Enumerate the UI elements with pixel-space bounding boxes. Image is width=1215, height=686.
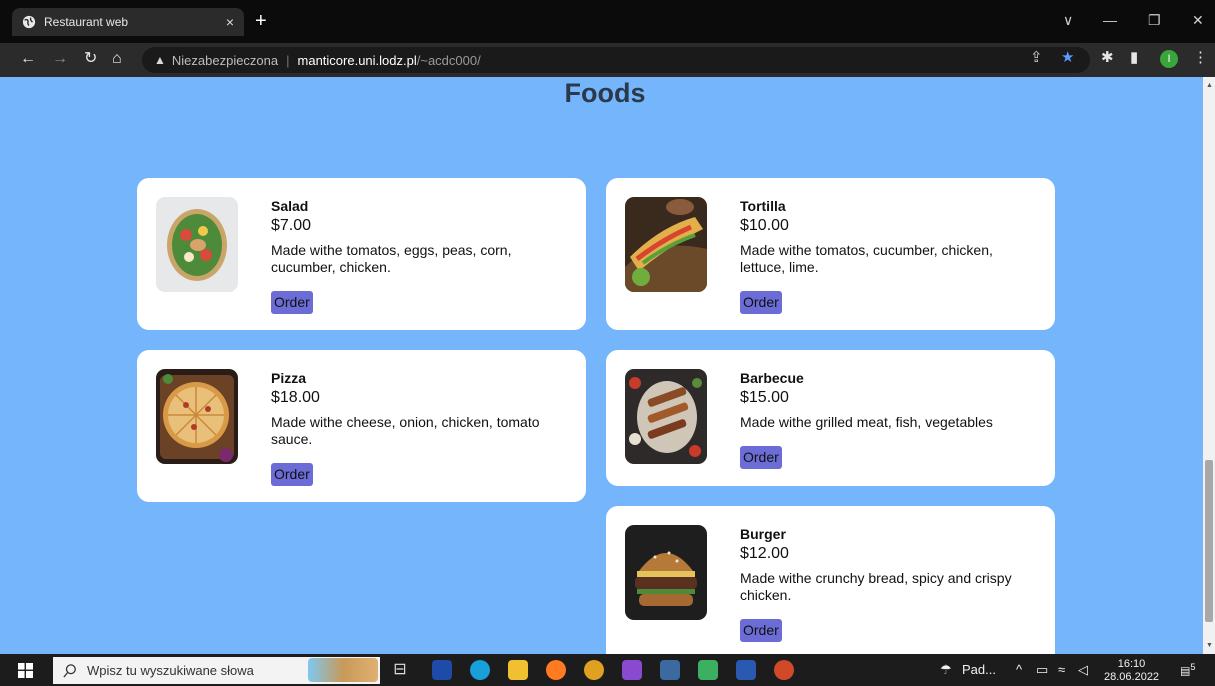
- windows-taskbar: Wpisz tu wyszukiwane słowa ⊟ ☂ Pad... ^ …: [0, 654, 1215, 686]
- order-button[interactable]: Order: [271, 463, 313, 486]
- chrome-active-icon[interactable]: [774, 660, 794, 680]
- bookmark-star-icon[interactable]: ★: [1061, 48, 1074, 66]
- food-price: $15.00: [740, 389, 789, 406]
- tray-chevron-icon[interactable]: ^: [1016, 662, 1022, 677]
- globe-icon: [22, 15, 36, 29]
- notification-icon[interactable]: ▤5: [1180, 662, 1196, 678]
- food-name: Pizza: [271, 370, 307, 386]
- order-button[interactable]: Order: [740, 619, 782, 642]
- wifi-icon[interactable]: ≈: [1058, 662, 1065, 677]
- menu-icon[interactable]: ⋮: [1193, 48, 1208, 66]
- edge-icon[interactable]: [470, 660, 490, 680]
- app-icon-1[interactable]: [432, 660, 452, 680]
- clock-time: 16:10: [1117, 658, 1146, 670]
- food-price: $12.00: [740, 545, 789, 562]
- side-panel-icon[interactable]: ▮: [1130, 48, 1138, 66]
- food-description: Made withe grilled meat, fish, vegetable…: [740, 414, 993, 430]
- food-description: Made withe crunchy bread, spicy and cris…: [740, 570, 1012, 603]
- food-card-pizza: Pizza $18.00 Made withe cheese, onion, c…: [137, 350, 586, 502]
- food-card-burger: Burger $12.00 Made withe crunchy bread, …: [606, 506, 1055, 654]
- food-name: Barbecue: [740, 370, 804, 386]
- search-icon: [63, 663, 76, 678]
- new-tab-button[interactable]: +: [255, 11, 267, 31]
- url-host: manticore.uni.lodz.pl: [297, 52, 417, 68]
- taskbar-clock[interactable]: 16:10 28.06.2022: [1104, 658, 1159, 684]
- page-title: Foods: [564, 78, 646, 108]
- browser-tab[interactable]: Restaurant web ×: [12, 8, 244, 36]
- food-description: Made withe cheese, onion, chicken, tomat…: [271, 414, 540, 447]
- order-button[interactable]: Order: [271, 291, 313, 314]
- pizza-image: [156, 369, 238, 464]
- omnibox-separator: |: [286, 52, 290, 68]
- home-icon[interactable]: ⌂: [112, 50, 122, 68]
- weather-icon[interactable]: ☂: [940, 662, 952, 678]
- extensions-icon[interactable]: ✱: [1101, 48, 1114, 66]
- windows-start-icon[interactable]: [18, 663, 33, 678]
- clock-date: 28.06.2022: [1104, 671, 1160, 683]
- food-price: $10.00: [740, 217, 789, 234]
- reload-icon[interactable]: ↻: [84, 50, 97, 68]
- search-highlight-image: [308, 658, 378, 682]
- tab-close-icon[interactable]: ×: [226, 14, 234, 30]
- profile-avatar[interactable]: I: [1160, 50, 1178, 68]
- security-label: Niezabezpieczona: [171, 52, 279, 68]
- file-explorer-icon[interactable]: [508, 660, 528, 680]
- scroll-down-icon[interactable]: ▼: [1206, 642, 1213, 649]
- task-view-icon[interactable]: ⊟: [390, 660, 410, 680]
- battery-icon[interactable]: ▭: [1036, 662, 1048, 678]
- food-card-salad: Salad $7.00 Made withe tomatos, eggs, pe…: [137, 178, 586, 330]
- food-name: Burger: [740, 526, 786, 542]
- forward-icon[interactable]: →: [52, 50, 68, 68]
- food-description: Made withe tomatos, cucumber, chicken, l…: [740, 242, 993, 275]
- food-name: Tortilla: [740, 198, 786, 214]
- tortilla-image: [625, 197, 707, 292]
- tab-title: Restaurant web: [44, 15, 129, 29]
- firefox-icon[interactable]: [546, 660, 566, 680]
- share-icon[interactable]: ⇪: [1030, 48, 1043, 66]
- visual-studio-icon[interactable]: [622, 660, 642, 680]
- barbecue-image: [625, 369, 707, 464]
- app-icon-3[interactable]: [698, 660, 718, 680]
- back-icon[interactable]: ←: [20, 50, 36, 68]
- url-path: /~acdc000/: [416, 52, 481, 68]
- burger-image: [625, 525, 707, 620]
- food-price: $18.00: [271, 389, 320, 406]
- notification-count: 5: [1190, 662, 1196, 672]
- scrollbar-thumb[interactable]: [1205, 460, 1213, 622]
- warning-icon: ▲: [154, 53, 166, 67]
- close-window-icon[interactable]: ✕: [1192, 12, 1204, 29]
- food-card-barbecue: Barbecue $15.00 Made withe grilled meat,…: [606, 350, 1055, 486]
- volume-icon[interactable]: ◁: [1078, 662, 1088, 678]
- order-button[interactable]: Order: [740, 446, 782, 469]
- salad-image: [156, 197, 238, 292]
- scroll-up-icon[interactable]: ▲: [1206, 82, 1213, 89]
- food-name: Salad: [271, 198, 309, 214]
- browser-tab-bar: Restaurant web × + ∨ — ❐ ✕: [0, 0, 1215, 43]
- search-placeholder: Wpisz tu wyszukiwane słowa: [87, 663, 254, 678]
- minimize-icon[interactable]: —: [1103, 12, 1117, 28]
- restore-icon[interactable]: ❐: [1148, 12, 1161, 29]
- tab-search-icon[interactable]: ∨: [1063, 12, 1073, 29]
- food-description: Made withe tomatos, eggs, peas, corn, cu…: [271, 242, 512, 275]
- browser-toolbar: ← → ↻ ⌂ ▲ Niezabezpieczona | manticore.u…: [0, 43, 1215, 77]
- word-icon[interactable]: [736, 660, 756, 680]
- order-button[interactable]: Order: [740, 291, 782, 314]
- app-icon-2[interactable]: [660, 660, 680, 680]
- chrome-icon[interactable]: [584, 660, 604, 680]
- address-bar[interactable]: ▲ Niezabezpieczona | manticore.uni.lodz.…: [142, 47, 1090, 73]
- weather-label[interactable]: Pad...: [962, 662, 996, 677]
- food-card-tortilla: Tortilla $10.00 Made withe tomatos, cucu…: [606, 178, 1055, 330]
- food-price: $7.00: [271, 217, 312, 234]
